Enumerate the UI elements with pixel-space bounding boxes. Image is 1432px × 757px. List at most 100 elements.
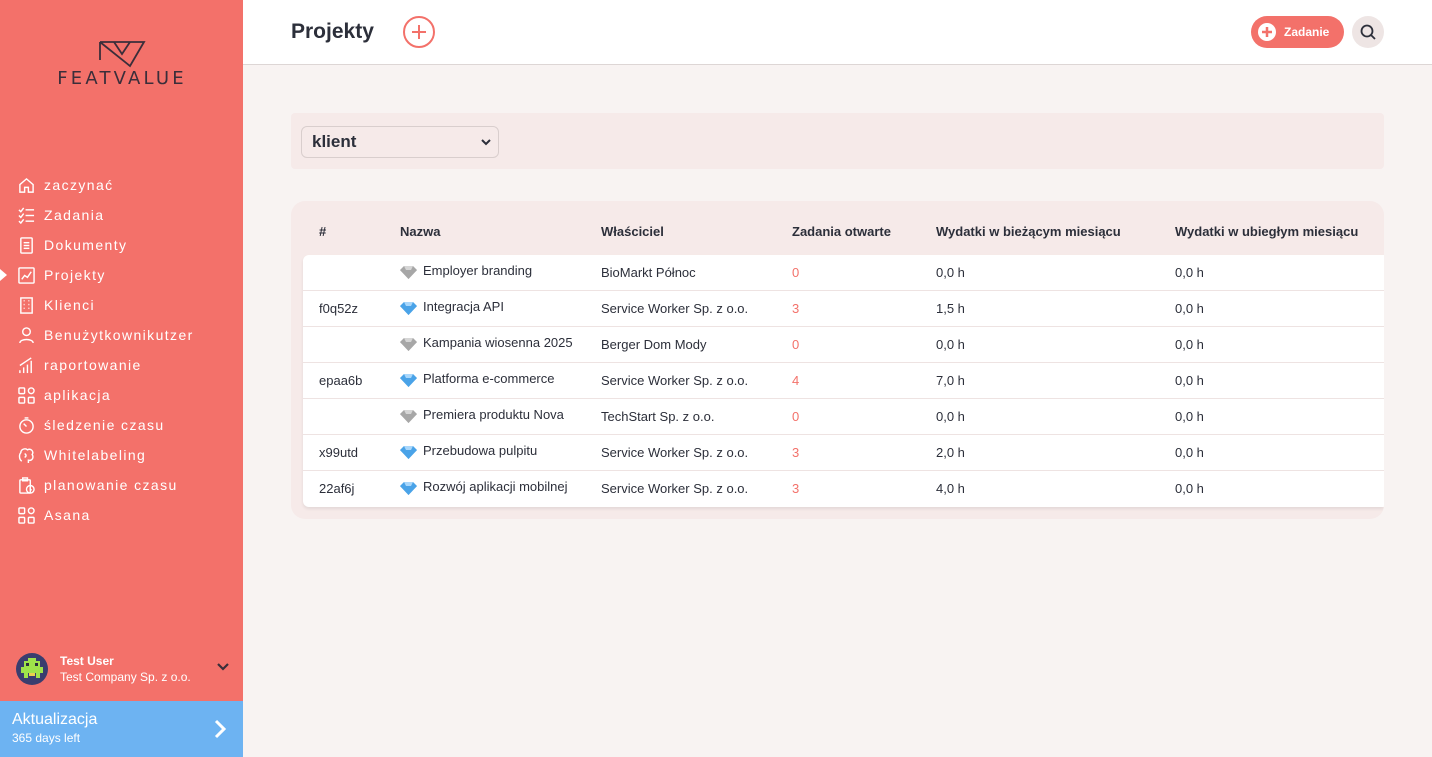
project-name: Employer branding — [423, 263, 533, 278]
project-name: Kampania wiosenna 2025 — [423, 335, 573, 350]
filter-bar: klient — [291, 113, 1384, 169]
user-company: Test Company Sp. z o.o. — [60, 670, 191, 684]
cell-current-month: 0,0 h — [936, 409, 965, 424]
cell-current-month: 4,0 h — [936, 481, 965, 496]
cell-name[interactable]: Przebudowa pulpitu — [400, 442, 537, 459]
cell-name[interactable]: Premiera produktu Nova — [400, 406, 564, 423]
diamond-icon — [400, 266, 417, 279]
diamond-icon — [400, 482, 417, 495]
cell-last-month: 0,0 h — [1175, 373, 1204, 388]
search-button[interactable] — [1352, 16, 1384, 48]
cell-owner: Service Worker Sp. z o.o. — [601, 445, 749, 460]
upgrade-title: Aktualizacja — [12, 711, 98, 728]
sidebar-item-label: Benużytkownikutzer — [44, 327, 194, 343]
document-icon — [17, 236, 36, 255]
sidebar-item-asana[interactable]: Asana — [0, 500, 243, 530]
upgrade-days-left: 365 days left — [12, 731, 81, 745]
project-name: Premiera produktu Nova — [423, 407, 564, 422]
cell-name[interactable]: Platforma e-commerce — [400, 370, 554, 387]
stopwatch-icon — [17, 416, 36, 435]
sidebar-item-tasks[interactable]: Zadania — [0, 200, 243, 230]
sidebar-item-reporting[interactable]: raportowanie — [0, 350, 243, 380]
sidebar-item-whitelabeling[interactable]: Whitelabeling — [0, 440, 243, 470]
project-name: Przebudowa pulpitu — [423, 443, 538, 458]
diamond-icon — [400, 410, 417, 423]
table-row[interactable]: x99utd Przebudowa pulpitu Service Worker S… — [303, 435, 1384, 471]
projects-table: # Nazwa Właściciel Zadania otwarte Wydat… — [291, 201, 1384, 519]
column-header-open-tasks[interactable]: Zadania otwarte — [792, 224, 891, 239]
sidebar-item-label: raportowanie — [44, 357, 142, 373]
page-title: Projekty — [291, 20, 374, 43]
sidebar-item-label: Klienci — [44, 297, 96, 313]
column-header-name[interactable]: Nazwa — [400, 224, 440, 239]
cell-open-tasks: 0 — [792, 337, 800, 352]
sidebar-item-users[interactable]: Benużytkownikutzer — [0, 320, 243, 350]
cell-owner: BioMarkt Północ — [601, 265, 696, 280]
cell-current-month: 2,0 h — [936, 445, 965, 460]
home-icon — [17, 176, 36, 195]
cell-name[interactable]: Employer branding — [400, 262, 532, 279]
add-task-button[interactable]: Zadanie — [1251, 16, 1344, 48]
table-row[interactable]: Kampania wiosenna 2025 Berger Dom Mody 0 0,… — [303, 327, 1384, 363]
upgrade-banner[interactable]: Aktualizacja 365 days left — [0, 701, 243, 757]
cell-id: f0q52z — [319, 301, 359, 316]
table-row[interactable]: Employer branding BioMarkt Północ 0 0,0 h 0,… — [303, 255, 1384, 291]
cell-id: x99utd — [319, 445, 359, 460]
cell-name[interactable]: Integracja API — [400, 298, 504, 315]
table-row[interactable]: 22af6j Rozwój aplikacji mobilnej Service W… — [303, 471, 1384, 507]
sidebar-nav: zaczynać Zadania Dokumenty Projekty Klie… — [0, 170, 243, 530]
cell-current-month: 0,0 h — [936, 337, 965, 352]
user-name: Test User — [60, 654, 114, 668]
table-body: Employer branding BioMarkt Północ 0 0,0 h 0,… — [303, 255, 1384, 507]
sidebar-item-time-tracking[interactable]: śledzenie czasu — [0, 410, 243, 440]
chevron-down-icon[interactable] — [216, 660, 230, 679]
sidebar-item-label: zaczynać — [44, 177, 114, 193]
sidebar-item-time-planning[interactable]: planowanie czasu — [0, 470, 243, 500]
group-by-select[interactable]: klient — [301, 126, 499, 158]
sidebar-item-label: Whitelabeling — [44, 447, 147, 463]
chart-icon — [17, 266, 36, 285]
table-row[interactable]: epaa6b Platforma e-commerce Service Worker… — [303, 363, 1384, 399]
column-header-id[interactable]: # — [319, 224, 326, 239]
cell-open-tasks: 3 — [792, 481, 800, 496]
column-header-current-month[interactable]: Wydatki w bieżącym miesiącu — [936, 224, 1121, 239]
cell-name[interactable]: Rozwój aplikacji mobilnej — [400, 478, 568, 495]
sidebar-item-documents[interactable]: Dokumenty — [0, 230, 243, 260]
column-header-owner[interactable]: Właściciel — [601, 224, 664, 239]
user-icon — [17, 326, 36, 345]
cell-current-month: 7,0 h — [936, 373, 965, 388]
top-header: Projekty Zadanie — [243, 0, 1432, 65]
group-by-value: klient — [312, 132, 357, 151]
add-project-button[interactable] — [403, 16, 435, 48]
sidebar-item-start[interactable]: zaczynać — [0, 170, 243, 200]
brand-name: FEATVALUE — [57, 68, 187, 89]
sidebar-item-label: planowanie czasu — [44, 477, 178, 493]
brand-logo[interactable]: FEATVALUE — [36, 40, 208, 90]
diamond-icon — [400, 302, 417, 315]
cell-name[interactable]: Kampania wiosenna 2025 — [400, 334, 573, 351]
column-header-last-month[interactable]: Wydatki w ubiegłym miesiącu — [1175, 224, 1358, 239]
cell-current-month: 1,5 h — [936, 301, 965, 316]
cell-owner: Service Worker Sp. z o.o. — [601, 301, 749, 316]
add-task-label: Zadanie — [1284, 25, 1330, 39]
cell-open-tasks: 4 — [792, 373, 800, 388]
user-menu[interactable]: Test User Test Company Sp. z o.o. — [16, 652, 230, 686]
chevron-right-icon — [213, 719, 227, 744]
sidebar-item-label: Zadania — [44, 207, 105, 223]
sidebar-item-apps[interactable]: aplikacja — [0, 380, 243, 410]
cell-owner: Berger Dom Mody — [601, 337, 707, 352]
user-info: Test User Test Company Sp. z o.o. — [60, 654, 216, 684]
cell-last-month: 0,0 h — [1175, 445, 1204, 460]
cell-current-month: 0,0 h — [936, 265, 965, 280]
cell-owner: Service Worker Sp. z o.o. — [601, 481, 749, 496]
sidebar-item-projects[interactable]: Projekty — [0, 260, 243, 290]
plus-icon — [1258, 23, 1276, 41]
sidebar: FEATVALUE zaczynać Zadania Dokumenty Pro… — [0, 0, 243, 757]
sidebar-item-label: Dokumenty — [44, 237, 128, 253]
sidebar-item-label: śledzenie czasu — [44, 417, 165, 433]
chevron-down-icon — [481, 139, 491, 146]
sidebar-item-clients[interactable]: Klienci — [0, 290, 243, 320]
cell-owner: TechStart Sp. z o.o. — [601, 409, 715, 424]
table-row[interactable]: f0q52z Integracja API Service Worker Sp. z… — [303, 291, 1384, 327]
table-row[interactable]: Premiera produktu Nova TechStart Sp. z o.… — [303, 399, 1384, 435]
